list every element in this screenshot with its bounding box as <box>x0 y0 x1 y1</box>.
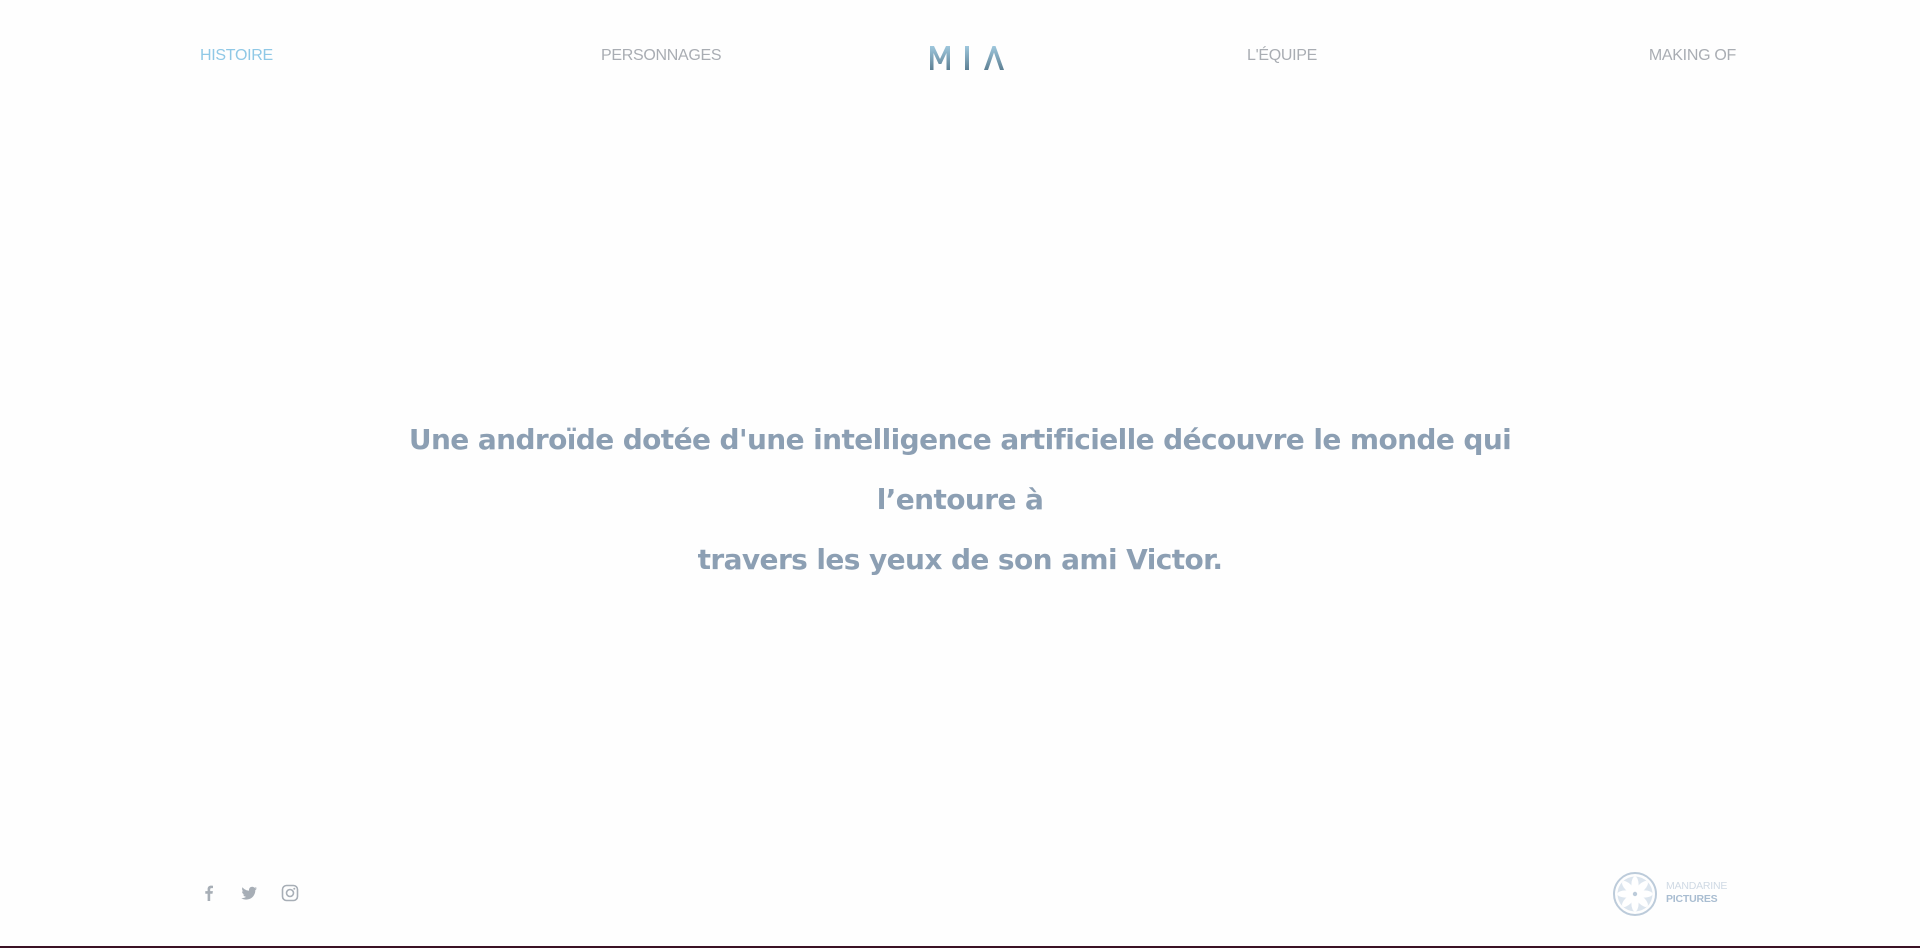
mandarine-slice-icon <box>1613 872 1657 916</box>
facebook-icon[interactable] <box>198 882 220 904</box>
instagram-icon[interactable] <box>279 882 301 904</box>
nav-link-histoire[interactable]: HISTOIRE <box>200 47 273 65</box>
page: HISTOIRE PERSONNAGES L'ÉQUIPE MAKING OF … <box>0 0 1920 948</box>
main-nav: HISTOIRE PERSONNAGES L'ÉQUIPE MAKING OF <box>0 44 1920 70</box>
nav-link-equipe[interactable]: L'ÉQUIPE <box>1247 47 1317 65</box>
hero-tagline: Une androïde dotée d'une intelligence ar… <box>360 410 1560 590</box>
mia-logo[interactable] <box>928 44 1006 72</box>
hero-line-1: Une androïde dotée d'une intelligence ar… <box>408 423 1512 516</box>
brand-line-2: PICTURES <box>1666 893 1718 905</box>
nav-link-personnages[interactable]: PERSONNAGES <box>601 47 722 65</box>
brand-wordmark: MANDARINE PICTURES <box>1666 880 1727 906</box>
twitter-icon[interactable] <box>238 882 260 904</box>
hero-line-2: travers les yeux de son ami Victor. <box>697 543 1223 576</box>
mandarine-pictures-logo[interactable]: MANDARINE PICTURES <box>1612 871 1736 917</box>
nav-link-making-of[interactable]: MAKING OF <box>1649 47 1736 65</box>
brand-line-1: MANDARINE <box>1666 880 1728 892</box>
